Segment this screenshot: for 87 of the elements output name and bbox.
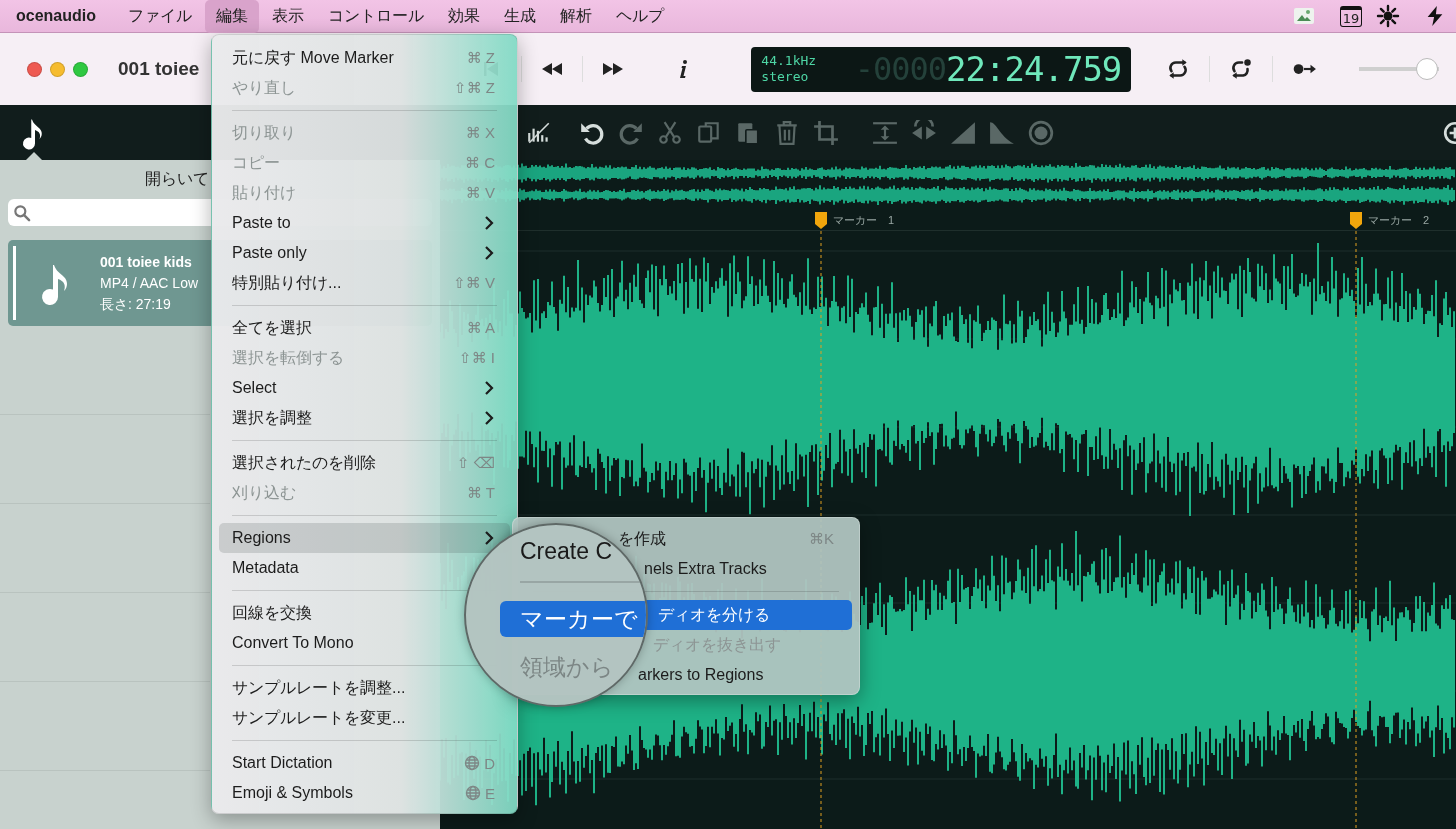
marker-label: マーカー 2: [1368, 213, 1430, 228]
shortcut-key: ⌘ V: [465, 184, 495, 202]
menu-item[interactable]: 元に戻す Move Marker ⌘ Z: [219, 43, 510, 73]
shortcut-key: ⇧⌘ Z: [454, 79, 495, 97]
menu-item-label: Emoji & Symbols: [232, 784, 354, 802]
chevron-right-icon: [483, 215, 495, 231]
menu-item-label: コピー: [232, 152, 281, 173]
menu-item-label: Paste to: [232, 214, 292, 232]
sample-rate: 44.1kHz: [761, 53, 818, 69]
marker-flag-icon[interactable]: [815, 212, 827, 229]
menu-item[interactable]: Start Dictation D: [219, 748, 510, 778]
shortcut-key: ⇧⌘ V: [453, 274, 495, 292]
menu-item-label: Regions: [232, 529, 292, 547]
shortcut-key: ⇧⌘ I: [459, 349, 495, 367]
shortcut-key: ⌘ X: [465, 124, 495, 142]
menu-item-label: サンプルレートを調整...: [232, 677, 407, 698]
channel-mode: stereo: [761, 69, 810, 85]
menu-item-label: やり直し: [232, 77, 297, 98]
menu-item-label: Metadata: [232, 559, 300, 577]
globe-icon: [465, 785, 481, 801]
menu-title[interactable]: 表示: [261, 0, 315, 33]
marker-label: マーカー 1: [833, 213, 895, 228]
file-title: 001 toiee kids: [100, 252, 193, 272]
menu-item[interactable]: 選択されたのを削除 ⇧ ⌫: [219, 448, 510, 478]
chevron-right-icon: [483, 245, 495, 261]
app-menu[interactable]: ocenaudio: [6, 7, 106, 25]
file-format: MP4 / AAC Low: [100, 273, 199, 293]
magnified-text: 領域から: [520, 653, 614, 682]
menu-item-label: 回線を交換: [232, 602, 313, 623]
globe-icon: [464, 755, 481, 771]
menu-item[interactable]: Select: [219, 373, 510, 403]
menu-item-label: nels Extra Tracks: [644, 560, 768, 578]
menu-item[interactable]: Paste to: [219, 208, 510, 238]
panel-heading: 開らいて: [145, 169, 209, 189]
menu-title[interactable]: コントロール: [317, 0, 435, 33]
menu-item[interactable]: Regions: [219, 523, 510, 553]
menu-title[interactable]: 編集: [205, 0, 259, 33]
menu-item-label: Paste only: [232, 244, 308, 262]
shortcut-key: E: [485, 784, 495, 802]
calendar-icon[interactable]: 19: [1340, 5, 1362, 27]
minimize-button[interactable]: [50, 61, 65, 77]
zoom-button[interactable]: [73, 61, 88, 77]
chevron-right-icon: [483, 380, 495, 396]
close-button[interactable]: [27, 61, 42, 77]
menu-item-label: 元に戻す Move Marker: [232, 47, 395, 68]
magnified-text: マーカーで: [500, 601, 646, 637]
menu-item-label: 選択を転倒する: [232, 347, 345, 368]
shortcut-key: ⌘ C: [465, 154, 495, 172]
chevron-right-icon: [483, 530, 495, 546]
menu-title[interactable]: 効果: [437, 0, 491, 33]
menu-item-label: Convert To Mono: [232, 634, 355, 652]
menu-item-label: 切り取り: [232, 122, 297, 143]
menu-item[interactable]: Paste only: [219, 238, 510, 268]
sun-icon[interactable]: [1376, 4, 1400, 28]
menu-item-label: 選択を調整: [232, 407, 313, 428]
menu-item-label: サンプルレートを変更...: [232, 707, 407, 728]
menu-title[interactable]: 生成: [493, 0, 547, 33]
menu-item[interactable]: サンプルレートを変更...: [219, 703, 510, 733]
shortcut-key: ⇧ ⌫: [457, 454, 495, 472]
slider-thumb[interactable]: [1416, 58, 1439, 80]
shortcut-key: D: [484, 754, 495, 772]
menu-item-label: 選択されたのを削除: [232, 452, 377, 473]
menu-item[interactable]: Emoji & Symbols E: [219, 778, 510, 808]
search-icon: [12, 202, 32, 223]
marker-flag-icon[interactable]: [1350, 212, 1362, 229]
menu-item-label: 刈り込む: [232, 482, 297, 503]
menu-item-label: Select: [232, 379, 278, 397]
time-readout: 22:24.759: [946, 49, 1122, 89]
shortcut-key: ⌘ A: [466, 319, 495, 337]
shortcut-key: ⌘ T: [466, 484, 495, 502]
menu-item[interactable]: 特別貼り付け... ⇧⌘ V: [219, 268, 510, 298]
menu-title[interactable]: 解析: [549, 0, 603, 33]
magnified-text: Create C: [520, 537, 613, 566]
menu-item-label: 全てを選択: [232, 317, 313, 338]
menu-item-label: を作成: [618, 528, 667, 549]
menu-item-label: 貼り付け: [232, 182, 297, 203]
menu-title[interactable]: ヘルプ: [605, 0, 675, 33]
menu-item[interactable]: 全てを選択 ⌘ A: [219, 313, 510, 343]
menu-item-label: ディオを分ける: [658, 604, 771, 625]
window-title: 001 toiee: [118, 58, 200, 80]
menu-title[interactable]: ファイル: [117, 0, 203, 33]
file-duration: 長さ: 27:19: [100, 294, 172, 314]
menu-item[interactable]: 選択を調整: [219, 403, 510, 433]
menu-item-label: 特別貼り付け...: [232, 272, 343, 293]
shortcut-key: ⌘ Z: [466, 49, 495, 67]
chevron-right-icon: [483, 410, 495, 426]
menu-item-label: Start Dictation: [232, 754, 334, 772]
